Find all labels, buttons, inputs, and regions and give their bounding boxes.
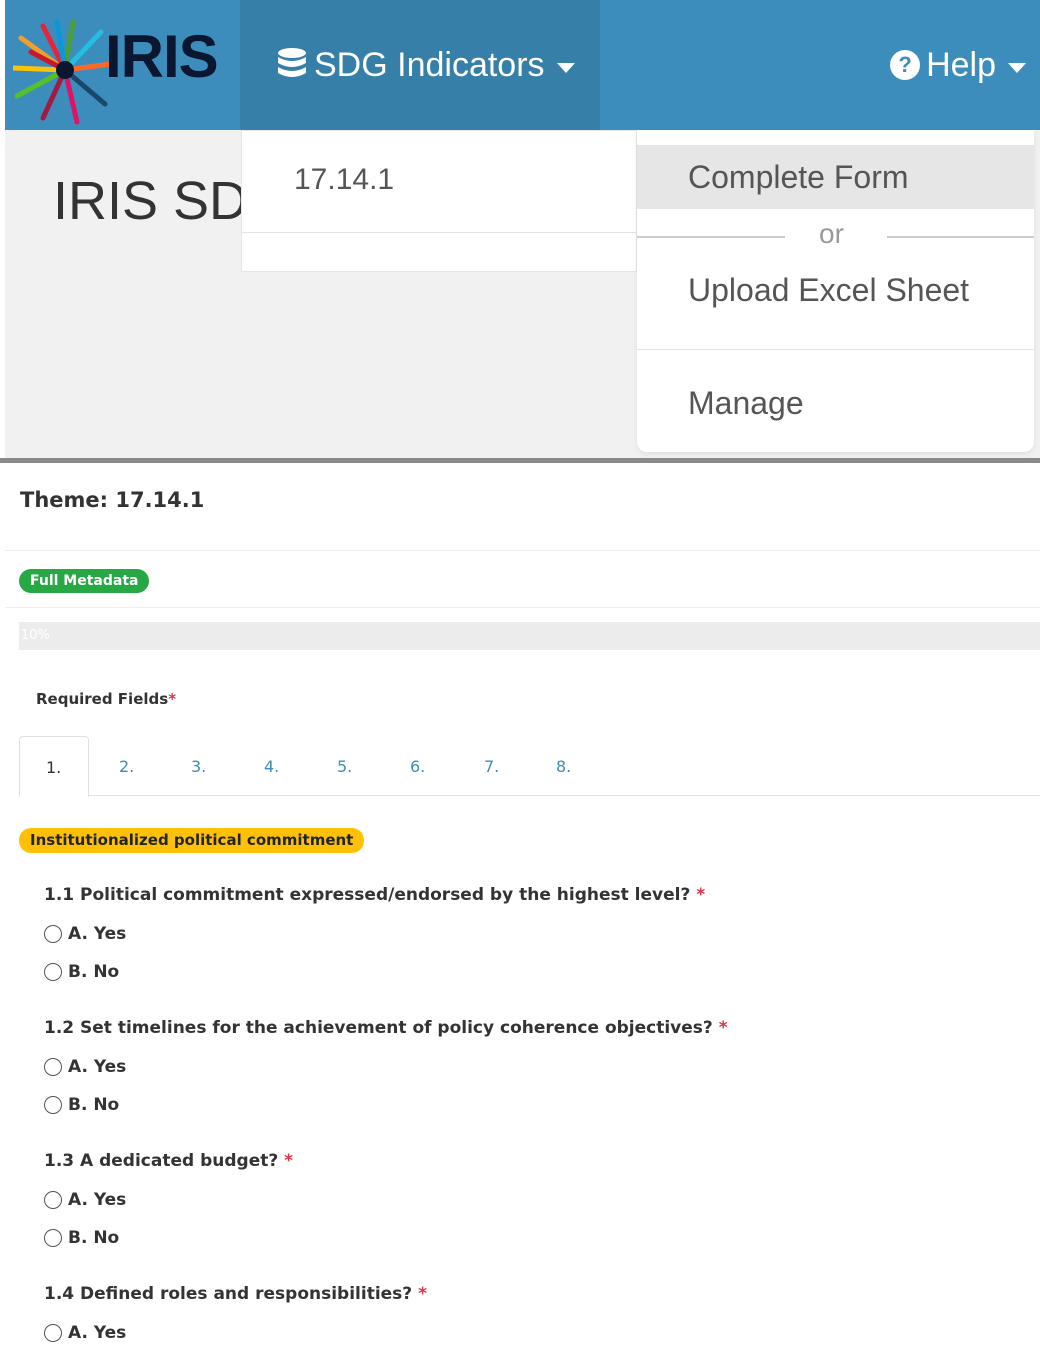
question-1-2: 1.2 Set timelines for the achievement of… [44, 1018, 728, 1038]
question-tabs: 1. 2. 3. 4. 5. 6. 7. 8. [19, 736, 1040, 797]
radio-button[interactable] [44, 1096, 62, 1114]
option-label: A. Yes [68, 1190, 127, 1210]
tab-6[interactable]: 6. [410, 736, 425, 796]
option-1-3-no[interactable]: B. No [44, 1227, 119, 1249]
radio-button[interactable] [44, 1324, 62, 1342]
tab-4[interactable]: 4. [264, 736, 279, 796]
tab-5[interactable]: 5. [337, 736, 352, 796]
question-text: 1.4 Defined roles and responsibilities? [44, 1284, 413, 1304]
required-fields-text: Required Fields [36, 690, 169, 708]
manage-item[interactable]: Manage [637, 385, 1034, 445]
radio-button[interactable] [44, 925, 62, 943]
tab-3[interactable]: 3. [191, 736, 206, 796]
divider-line-left [637, 236, 785, 238]
option-1-1-yes[interactable]: A. Yes [44, 923, 126, 945]
question-1-3: 1.3 A dedicated budget? * [44, 1151, 293, 1171]
help-label: Help [926, 45, 996, 84]
upload-excel-item[interactable]: Upload Excel Sheet [637, 272, 1034, 332]
top-navbar: IRIS SDG Indicators ? Help [5, 0, 1040, 130]
complete-form-item[interactable]: Complete Form [637, 145, 1034, 209]
theme-title: Theme: 17.14.1 [20, 488, 205, 512]
option-1-2-no[interactable]: B. No [44, 1094, 119, 1116]
radio-button[interactable] [44, 1229, 62, 1247]
required-star: * [718, 1018, 728, 1038]
caret-down-icon [556, 63, 575, 73]
tab-1[interactable]: 1. [19, 736, 89, 797]
divider-line-right [887, 236, 1034, 238]
option-label: B. No [68, 1095, 120, 1115]
zoomed-menu-region: IRIS SDG Indicators ? Help IRIS SD( 17.1… [0, 0, 1040, 463]
section-badge: Institutionalized political commitment [19, 828, 365, 853]
sdg-item-17-14-1[interactable]: 17.14.1 [242, 141, 636, 233]
radio-button[interactable] [44, 963, 62, 981]
option-1-3-yes[interactable]: A. Yes [44, 1189, 126, 1211]
tab-7[interactable]: 7. [484, 736, 499, 796]
question-text: 1.1 Political commitment expressed/endor… [44, 885, 691, 905]
tab-2[interactable]: 2. [119, 736, 134, 796]
option-label: A. Yes [68, 924, 127, 944]
question-1-1: 1.1 Political commitment expressed/endor… [44, 885, 705, 905]
or-divider: or [637, 218, 1034, 256]
action-dropdown: Complete Form or Upload Excel Sheet Mana… [637, 130, 1034, 452]
sdg-dropdown: 17.14.1 [241, 130, 637, 272]
progress-fill: 10% [19, 622, 122, 650]
option-label: B. No [68, 1228, 120, 1248]
option-1-4-yes[interactable]: A. Yes [44, 1322, 126, 1344]
question-text: 1.3 A dedicated budget? [44, 1151, 279, 1171]
question-circle-icon: ? [890, 50, 921, 80]
brand-name: IRIS [105, 23, 219, 90]
option-1-1-no[interactable]: B. No [44, 961, 119, 983]
option-label: A. Yes [68, 1323, 127, 1343]
option-label: A. Yes [68, 1057, 127, 1077]
divider [5, 550, 1040, 551]
iris-logo[interactable]: IRIS [10, 18, 219, 128]
help-menu[interactable]: ? Help [890, 0, 1026, 130]
required-star: * [284, 1151, 294, 1171]
radio-button[interactable] [44, 1058, 62, 1076]
page-heading: IRIS SD( [53, 171, 267, 231]
progress-bar: 10% [19, 622, 1040, 650]
or-text: or [819, 218, 844, 249]
required-star: * [696, 885, 706, 905]
section-separator [0, 458, 1040, 463]
option-label: B. No [68, 962, 120, 982]
question-1-4: 1.4 Defined roles and responsibilities? … [44, 1284, 427, 1304]
database-icon [278, 48, 306, 77]
sunburst-logo-icon [10, 19, 114, 125]
divider [5, 607, 1040, 608]
option-1-2-yes[interactable]: A. Yes [44, 1056, 126, 1078]
caret-down-icon [1008, 63, 1026, 73]
menu-divider [637, 349, 1034, 350]
required-star: * [418, 1284, 427, 1304]
required-fields-label: Required Fields* [36, 690, 176, 708]
sdg-indicators-menu[interactable]: SDG Indicators [240, 0, 600, 130]
sdg-indicators-label: SDG Indicators [314, 45, 545, 84]
full-metadata-badge[interactable]: Full Metadata [19, 569, 150, 593]
required-star: * [168, 690, 177, 708]
tab-8[interactable]: 8. [556, 736, 571, 796]
radio-button[interactable] [44, 1191, 62, 1209]
question-text: 1.2 Set timelines for the achievement of… [44, 1018, 713, 1038]
